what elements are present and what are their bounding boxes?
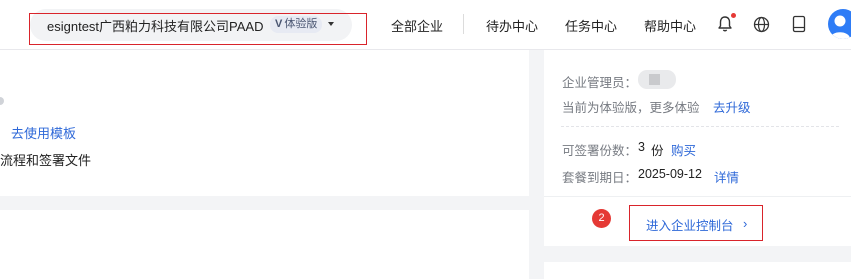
user-icon	[830, 15, 850, 39]
panel-divider	[544, 196, 851, 197]
avatar[interactable]	[828, 9, 851, 39]
nav-todo-center[interactable]: 待办中心	[486, 16, 538, 35]
nav-all-enterprises[interactable]: 全部企业	[391, 16, 443, 35]
admin-label: 企业管理员：	[562, 76, 638, 90]
divider	[561, 126, 839, 127]
admin-masked-avatar	[638, 70, 676, 89]
highlight-box-org	[29, 13, 367, 45]
globe-icon[interactable]	[753, 16, 770, 33]
flow-description: 流程和签署文件	[0, 153, 92, 168]
signable-label: 可签署份数：	[562, 144, 638, 158]
details-link[interactable]: 详情	[714, 167, 739, 186]
signable-count: 3	[638, 140, 645, 154]
trial-notice: 当前为体验版，更多体验	[562, 101, 700, 115]
nav-task-center[interactable]: 任务中心	[565, 16, 617, 35]
bell-icon[interactable]	[717, 15, 733, 33]
secondary-card	[0, 210, 529, 279]
signable-unit: 份	[651, 144, 664, 158]
annotation-marker-2: 2	[592, 209, 611, 228]
expiry-label: 套餐到期日：	[562, 171, 638, 185]
upgrade-link[interactable]: 去升级	[713, 97, 751, 116]
expiry-date: 2025-09-12	[638, 167, 702, 181]
notification-dot	[731, 13, 736, 18]
highlight-box-console	[629, 205, 763, 241]
nav-divider	[463, 14, 464, 34]
use-template-link[interactable]: 去使用模板	[11, 123, 76, 142]
lower-panel	[544, 262, 851, 279]
nav-help-center[interactable]: 帮助中心	[644, 16, 696, 35]
tablet-icon[interactable]	[792, 15, 806, 33]
buy-link[interactable]: 购买	[671, 140, 696, 159]
main-card	[0, 50, 529, 196]
